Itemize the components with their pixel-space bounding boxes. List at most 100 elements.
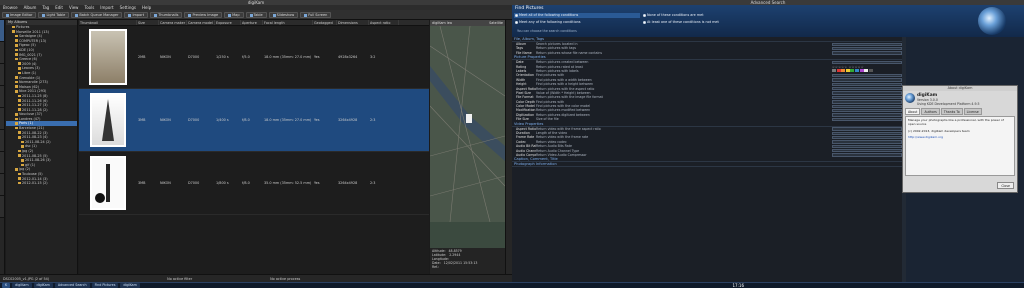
column-header[interactable]: Geotagged	[313, 20, 337, 25]
condition-input[interactable]	[832, 82, 902, 87]
column-header[interactable]: Thumbnail	[79, 20, 137, 25]
color-labels[interactable]	[832, 69, 902, 73]
column-header[interactable]: Aspect ratio	[369, 20, 399, 25]
album-name: dsc (1)	[25, 144, 37, 149]
toolbar-button-slideshow[interactable]: Slideshow	[268, 12, 299, 18]
start-menu-button[interactable]: K	[2, 283, 11, 288]
color-swatch[interactable]	[850, 69, 855, 73]
toolbar-button-light-table[interactable]: Light Table	[38, 12, 70, 18]
tab-thanks[interactable]: Thanks To	[940, 108, 963, 115]
about-tabs: About Authors Thanks To License	[903, 108, 1017, 115]
condition-input[interactable]	[832, 87, 902, 91]
taskbar-item[interactable]: digiKam	[33, 283, 53, 288]
option-none-met[interactable]: None of these conditions are met	[642, 13, 782, 18]
condition-input[interactable]	[832, 46, 902, 51]
folder-icon	[15, 85, 18, 89]
album-name: Toulouse (5)	[22, 172, 43, 176]
condition-input[interactable]	[832, 113, 902, 117]
condition-input[interactable]	[832, 42, 902, 46]
about-website-link[interactable]: http://www.digikam.org	[908, 136, 1012, 140]
condition-input[interactable]	[832, 51, 902, 55]
tab-about[interactable]: About	[905, 108, 921, 115]
tab-license[interactable]: License	[963, 108, 982, 115]
folder-icon	[15, 112, 18, 116]
status-current-item: DSC02005_v1.JPG (2 of 54)	[3, 276, 50, 281]
condition-input[interactable]	[832, 91, 902, 95]
condition-input[interactable]	[832, 108, 902, 113]
condition-input[interactable]	[832, 144, 902, 149]
condition-input[interactable]	[832, 131, 902, 135]
condition-input[interactable]	[832, 78, 902, 82]
table-row[interactable]: 3MB NIKON D7000 1/400 s f/8.0 18.0 mm (35mm: …	[79, 89, 429, 152]
toolbar-button-map[interactable]: Map	[224, 12, 244, 18]
tab-people[interactable]	[0, 174, 4, 196]
table-row[interactable]: 3MB NIKON D7000 1/800 s f/8.0 35.0 mm (35mm: …	[79, 152, 429, 215]
toolbar-button-table[interactable]: Table	[245, 12, 267, 18]
thumbnail-cell[interactable]	[79, 152, 137, 214]
color-swatch[interactable]	[859, 69, 864, 73]
tab-albums[interactable]	[0, 20, 4, 42]
option-at-least-one-not-met[interactable]: At least one of these conditions is not …	[642, 20, 782, 25]
option-meet-all[interactable]: Meet all of the following conditions	[514, 13, 640, 18]
condition-input[interactable]	[832, 60, 902, 65]
column-header[interactable]: Exposure	[215, 20, 241, 25]
condition-input[interactable]	[832, 95, 902, 100]
tab-fuzzy-search[interactable]	[0, 130, 4, 152]
color-swatch[interactable]	[854, 69, 859, 73]
map-type-select[interactable]: Satellite	[489, 20, 503, 26]
column-header[interactable]: Dimensions	[337, 20, 369, 25]
column-header[interactable]: Camera maker	[159, 20, 187, 25]
tab-authors[interactable]: Authors	[921, 108, 940, 115]
toolbar-button-thumbnails[interactable]: Thumbnails	[150, 12, 183, 18]
taskbar-item[interactable]: digiKam	[120, 283, 140, 288]
radio-button[interactable]	[643, 21, 646, 24]
about-description: Manage your photographs like a professio…	[908, 118, 1004, 126]
tab-dates[interactable]	[0, 64, 4, 86]
color-swatch[interactable]	[832, 69, 836, 73]
tab-tags[interactable]	[0, 42, 4, 64]
condition-input[interactable]	[832, 127, 902, 131]
tab-search[interactable]	[0, 108, 4, 130]
condition-input[interactable]	[832, 149, 902, 153]
condition-input[interactable]	[832, 117, 902, 122]
satellite-map[interactable]	[430, 26, 505, 222]
section-header[interactable]: Photograph Information	[512, 162, 902, 168]
toolbar-button-import[interactable]: Import	[124, 12, 149, 18]
thumbnail-cell[interactable]	[79, 26, 137, 88]
taskbar-item[interactable]: Advanced Search	[54, 283, 90, 288]
column-header[interactable]: Size	[137, 20, 159, 25]
column-header[interactable]: Camera model	[187, 20, 215, 25]
condition-input[interactable]	[832, 140, 902, 144]
table-row[interactable]: 2MB NIKON D7000 1/250 s f/5.0 18.0 mm (35mm: …	[79, 26, 429, 89]
radio-button[interactable]	[515, 14, 518, 17]
color-swatch[interactable]	[841, 69, 846, 73]
condition-input[interactable]	[832, 73, 902, 78]
color-swatch[interactable]	[845, 69, 850, 73]
toolbar-button-image-editor[interactable]: Image Editor	[2, 12, 37, 18]
condition-input[interactable]	[832, 104, 902, 108]
condition-input[interactable]	[832, 153, 902, 157]
toolbar-button-batch-queue[interactable]: Batch Queue Manager	[71, 12, 123, 18]
condition-input[interactable]	[832, 100, 902, 104]
option-meet-any[interactable]: Meet any of the following conditions	[514, 20, 640, 25]
tab-timeline[interactable]	[0, 86, 4, 108]
color-swatch[interactable]	[836, 69, 841, 73]
toolbar-button-preview[interactable]: Preview Image	[184, 12, 223, 18]
color-swatch[interactable]	[864, 69, 869, 73]
tab-map-search[interactable]	[0, 152, 4, 174]
column-header[interactable]: Aperture	[241, 20, 263, 25]
radio-button[interactable]	[643, 14, 646, 17]
album-name: 2009 (4)	[22, 61, 37, 66]
toolbar-button-fullscreen[interactable]: Full Screen	[300, 12, 332, 18]
column-header[interactable]: Focal length	[263, 20, 313, 25]
find-pictures-title: Find Pictures	[515, 6, 544, 11]
taskbar-item[interactable]: Find Pictures	[91, 283, 119, 288]
album-tree-item[interactable]: 2012-01-15 (2)	[6, 181, 77, 186]
condition-input[interactable]	[832, 135, 902, 140]
tab-labels[interactable]	[0, 196, 4, 218]
color-swatch[interactable]	[868, 69, 873, 73]
thumbnail-cell[interactable]	[79, 89, 137, 151]
taskbar-item[interactable]: digiKam	[12, 283, 32, 288]
radio-button[interactable]	[515, 21, 518, 24]
close-button[interactable]: Close	[997, 182, 1014, 189]
